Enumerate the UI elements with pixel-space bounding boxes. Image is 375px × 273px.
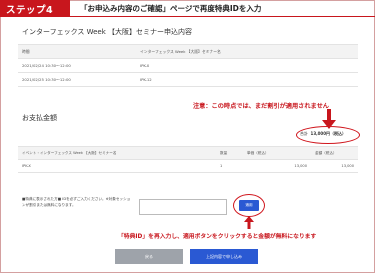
step-header: ステップ4 「お申込み内容のご確認」ページで再度特典IDを入力: [0, 0, 375, 17]
header-quantity: 数量: [216, 146, 243, 160]
cell-time: 2021/02/25 10:30〜12:00: [18, 72, 136, 87]
table-header-row: イベント・インターフェックス Week 【大阪】セミナー名 数量 単価（税込） …: [18, 146, 358, 160]
cell-seminar: IPK-X: [136, 58, 358, 73]
table-row: IPK-X 1 13,000 13,000: [18, 159, 358, 173]
back-button[interactable]: 戻る: [115, 249, 183, 264]
seminar-table: 時間 インターフェックス Week 【大阪】セミナー名 2021/02/24 1…: [18, 44, 358, 87]
cell-unit-price: 13,000: [243, 159, 311, 173]
header-event: イベント・インターフェックス Week 【大阪】セミナー名: [18, 146, 216, 160]
payment-table: イベント・インターフェックス Week 【大阪】セミナー名 数量 単価（税込） …: [18, 146, 358, 173]
total-value: 13,000円（税込）: [310, 131, 346, 136]
token-id-input[interactable]: [139, 199, 227, 215]
arrow-up-icon: [244, 216, 254, 229]
annotation-not-applied: 注意：この時点では、まだ割引が適用されません: [193, 103, 329, 110]
section-title-payment: お支払金額: [22, 114, 57, 122]
table-row: 2021/02/24 10:30〜12:00 IPK-X: [18, 58, 358, 73]
cell-event: IPK-X: [18, 159, 216, 173]
cell-quantity: 1: [216, 159, 243, 173]
header-unit-price: 単価（税込）: [243, 146, 311, 160]
total-amount: 合計 13,000円（税込）: [300, 131, 346, 137]
annotation-reenter-id: 「特典ID」を再入力し、適用ボタンをクリックすると金額が無料になります: [118, 234, 317, 240]
cell-time: 2021/02/24 10:30〜12:00: [18, 58, 136, 73]
step-label: ステップ4: [0, 0, 70, 17]
total-label: 合計: [300, 131, 308, 136]
token-label: ■特典に表示された方■ IDを必ずご入力ください。※対象セッションが割引または無…: [22, 197, 131, 207]
header-seminar-name: インターフェックス Week 【大阪】セミナー名: [136, 44, 358, 59]
submit-button[interactable]: 上記内容で申し込み: [190, 249, 258, 264]
apply-button[interactable]: 適用: [239, 200, 259, 211]
table-header-row: 時間 インターフェックス Week 【大阪】セミナー名: [18, 44, 358, 59]
section-title-seminars: インターフェックス Week 【大阪】セミナー申込内容: [22, 28, 192, 36]
cell-seminar: IPK-12: [136, 72, 358, 87]
header-time: 時間: [18, 44, 136, 59]
cell-amount: 13,000: [311, 159, 358, 173]
header-amount: 金額（税込）: [311, 146, 358, 160]
step-title: 「お申込み内容のご確認」ページで再度特典IDを入力: [70, 0, 375, 17]
table-row: 2021/02/25 10:30〜12:00 IPK-12: [18, 72, 358, 87]
